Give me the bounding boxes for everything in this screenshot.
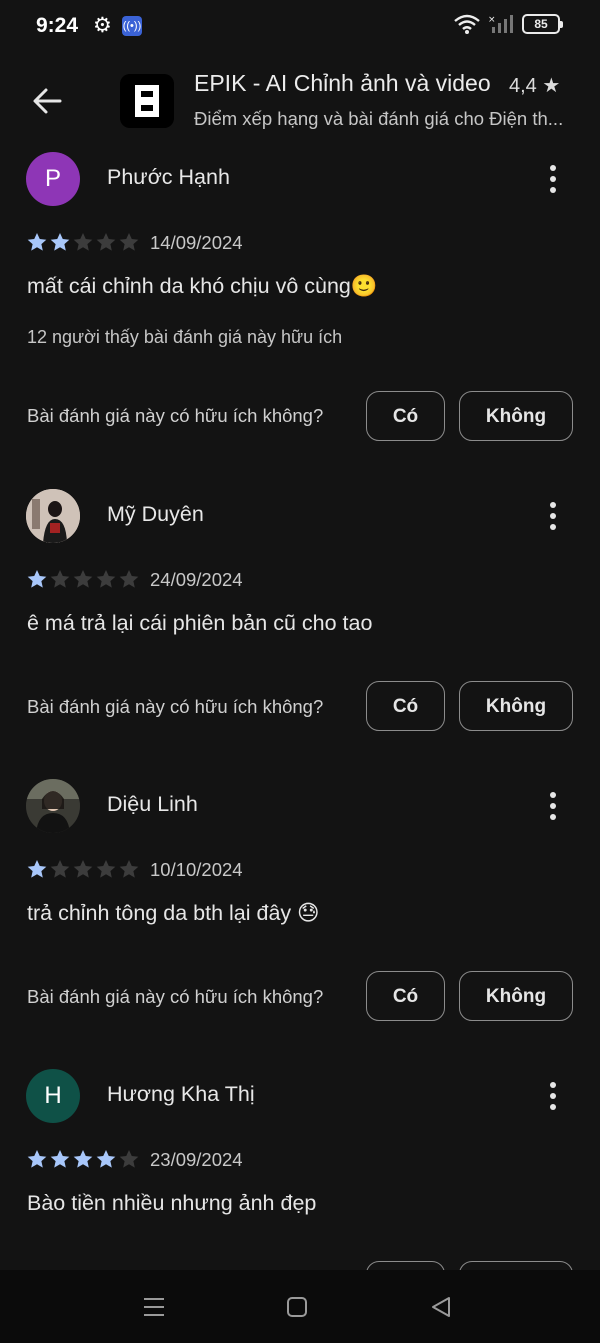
review-text: trả chỉnh tông da bth lại đây 😓 xyxy=(27,901,320,925)
star-empty-icon xyxy=(50,859,70,878)
star-empty-icon xyxy=(119,1149,139,1168)
star-empty-icon xyxy=(73,232,93,251)
helpful-no-button[interactable]: Không xyxy=(459,391,573,441)
star-empty-icon xyxy=(73,859,93,878)
helpful-no-button[interactable]: Không xyxy=(459,681,573,731)
helpful-yes-button[interactable]: Có xyxy=(366,681,445,731)
star-empty-icon xyxy=(119,859,139,878)
avatar xyxy=(26,779,80,833)
helpful-yes-button[interactable]: Có xyxy=(366,971,445,1021)
star-filled-icon xyxy=(27,859,47,878)
star-empty-icon xyxy=(96,232,116,251)
app-bar: EPIK - AI Chỉnh ảnh và video 4,4 ★ Điểm … xyxy=(0,54,600,146)
star-filled-icon xyxy=(27,232,47,251)
star-empty-icon xyxy=(119,232,139,251)
helpful-no-button[interactable]: Không xyxy=(459,971,573,1021)
system-nav-bar xyxy=(0,1270,600,1343)
clock: 9:24 xyxy=(36,14,79,37)
star-empty-icon xyxy=(96,569,116,588)
star-filled-icon xyxy=(50,232,70,251)
star-empty-icon xyxy=(50,569,70,588)
avatar xyxy=(26,489,80,543)
app-subtitle: Điểm xếp hạng và bài đánh giá cho Điện t… xyxy=(194,108,564,129)
back-triangle-icon[interactable] xyxy=(430,1296,452,1318)
broadcast-icon: ((•)) xyxy=(122,16,142,36)
star-filled-icon xyxy=(96,1149,116,1168)
review-date: 14/09/2024 xyxy=(150,232,243,253)
reviewer-name: Mỹ Duyên xyxy=(107,502,204,526)
reviewer-name: Diệu Linh xyxy=(107,792,198,816)
helpful-question: Bài đánh giá này có hữu ích không? xyxy=(27,986,324,1007)
star-rating xyxy=(26,569,140,589)
review-date: 23/09/2024 xyxy=(150,1149,243,1170)
helpful-count: 12 người thấy bài đánh giá này hữu ích xyxy=(27,327,343,347)
back-arrow-icon[interactable] xyxy=(30,84,64,118)
star-rating xyxy=(26,859,140,879)
profile-photo xyxy=(26,489,80,543)
app-title: EPIK - AI Chỉnh ảnh và video xyxy=(194,70,491,96)
reviewer-name: Phước Hạnh xyxy=(107,165,230,189)
star-filled-icon xyxy=(73,1149,93,1168)
review-text: ê má trả lại cái phiên bản cũ cho tao xyxy=(27,611,373,635)
helpful-question: Bài đánh giá này có hữu ích không? xyxy=(27,696,324,717)
star-empty-icon xyxy=(96,859,116,878)
signal-icon: × xyxy=(488,15,513,33)
star-rating xyxy=(26,1149,140,1169)
status-bar: 9:24 ⚙ ((•)) × 85 xyxy=(0,0,600,54)
more-options-icon[interactable] xyxy=(546,500,560,532)
svg-text:×: × xyxy=(488,15,496,25)
star-rating xyxy=(26,232,140,252)
review-date: 10/10/2024 xyxy=(150,859,243,880)
more-options-icon[interactable] xyxy=(546,163,560,195)
star-filled-icon xyxy=(27,1149,47,1168)
more-options-icon[interactable] xyxy=(546,1080,560,1112)
profile-photo xyxy=(26,779,80,833)
wifi-icon xyxy=(454,14,480,34)
avatar: H xyxy=(26,1069,80,1123)
star-empty-icon xyxy=(119,569,139,588)
star-filled-icon xyxy=(50,1149,70,1168)
app-rating: 4,4 ★ xyxy=(509,75,561,97)
star-empty-icon xyxy=(73,569,93,588)
menu-icon[interactable] xyxy=(143,1296,165,1318)
more-options-icon[interactable] xyxy=(546,790,560,822)
helpful-yes-button[interactable]: Có xyxy=(366,391,445,441)
review-text: Bào tiền nhiều nhưng ảnh đẹp xyxy=(27,1191,317,1215)
gear-icon: ⚙ xyxy=(93,14,112,37)
avatar: P xyxy=(26,152,80,206)
star-filled-icon xyxy=(27,569,47,588)
status-icons: × 85 xyxy=(454,14,563,34)
review-text: mất cái chỉnh da khó chịu vô cùng🙂 xyxy=(27,274,378,298)
home-icon[interactable] xyxy=(286,1296,308,1318)
epik-app-logo xyxy=(120,74,174,128)
helpful-question: Bài đánh giá này có hữu ích không? xyxy=(27,405,324,426)
reviewer-name: Hương Kha Thị xyxy=(107,1082,255,1106)
review-date: 24/09/2024 xyxy=(150,569,243,590)
battery-icon: 85 xyxy=(522,14,563,34)
